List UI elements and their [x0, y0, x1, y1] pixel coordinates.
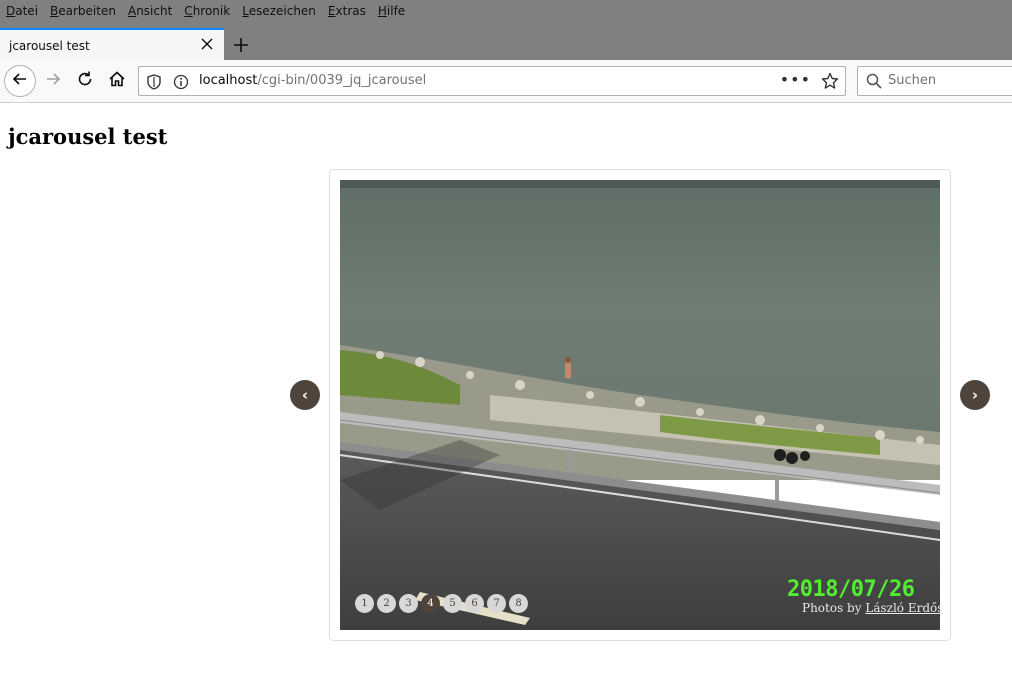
- menu-hilfe[interactable]: Hilfe: [378, 4, 405, 18]
- back-arrow-icon: [11, 70, 29, 92]
- tab-title: jcarousel test: [9, 39, 90, 53]
- reload-icon: [76, 70, 94, 92]
- page-actions-menu[interactable]: •••: [780, 70, 811, 89]
- plus-icon[interactable]: [230, 34, 252, 56]
- menu-extras[interactable]: Extras: [328, 4, 366, 18]
- carousel-page-2[interactable]: 2: [377, 594, 396, 613]
- carousel-page-7[interactable]: 7: [487, 594, 506, 613]
- menu-bearbeiten[interactable]: Bearbeiten: [50, 4, 116, 18]
- url-bar[interactable]: localhost/cgi-bin/0039_jq_jcarousel •••: [138, 66, 846, 96]
- home-icon: [108, 70, 126, 92]
- carousel-page-3[interactable]: 3: [399, 594, 418, 613]
- close-icon[interactable]: [200, 36, 214, 50]
- menu-bar: Datei Bearbeiten Ansicht Chronik Lesezei…: [0, 0, 1012, 22]
- url-text[interactable]: localhost/cgi-bin/0039_jq_jcarousel: [199, 73, 426, 88]
- carousel-page-4[interactable]: 4: [421, 594, 440, 613]
- page-title: jcarousel test: [8, 124, 168, 149]
- star-icon[interactable]: [821, 72, 839, 94]
- carousel-next-button[interactable]: ›: [960, 380, 990, 410]
- tab-jcarousel-test[interactable]: jcarousel test: [0, 28, 224, 60]
- search-bar[interactable]: Suchen: [857, 66, 1012, 96]
- tab-strip: jcarousel test: [0, 22, 1012, 60]
- menu-datei[interactable]: Datei: [6, 4, 38, 18]
- forward-button[interactable]: [38, 66, 68, 96]
- carousel-page-5[interactable]: 5: [443, 594, 462, 613]
- info-icon[interactable]: [173, 74, 189, 94]
- carousel-pagination: 12345678: [355, 594, 531, 613]
- photo-credit-prefix: Photos by: [802, 601, 862, 615]
- carousel-prev-button[interactable]: ‹: [290, 380, 320, 410]
- reload-button[interactable]: [70, 66, 100, 96]
- search-placeholder: Suchen: [888, 73, 937, 88]
- menu-chronik[interactable]: Chronik: [184, 4, 230, 18]
- forward-arrow-icon: [44, 70, 62, 92]
- carousel-photo: [340, 180, 940, 630]
- carousel-page-1[interactable]: 1: [355, 594, 374, 613]
- carousel-page-8[interactable]: 8: [509, 594, 528, 613]
- shield-icon[interactable]: [147, 74, 161, 94]
- photo-date-stamp: 2018/07/26: [787, 577, 915, 602]
- menu-lesezeichen[interactable]: Lesezeichen: [242, 4, 316, 18]
- menu-ansicht[interactable]: Ansicht: [128, 4, 172, 18]
- home-button[interactable]: [102, 66, 132, 96]
- carousel-page-6[interactable]: 6: [465, 594, 484, 613]
- search-icon: [866, 73, 882, 93]
- photo-credit-link[interactable]: László Erdős: [865, 601, 943, 615]
- photo-credit: Photos by László Erdős: [802, 601, 943, 615]
- back-button[interactable]: [4, 65, 36, 97]
- riverbank-photo-image: [340, 180, 940, 630]
- navigation-bar: localhost/cgi-bin/0039_jq_jcarousel ••• …: [0, 60, 1012, 103]
